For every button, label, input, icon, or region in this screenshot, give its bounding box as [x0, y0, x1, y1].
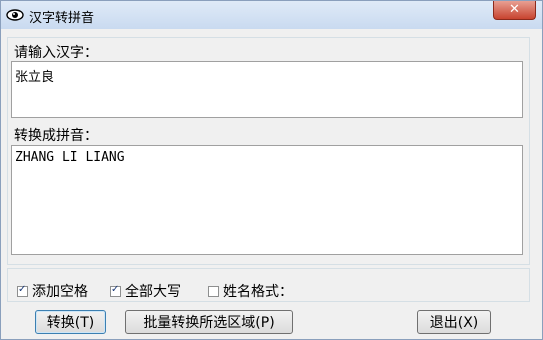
add-space-checkbox[interactable]: 添加空格: [17, 281, 88, 301]
app-window: 汉字转拼音 ✕ 请输入汉字： 张立良 转换成拼音： ZHANG LI LIANG…: [0, 0, 543, 340]
uppercase-checkbox[interactable]: 全部大写: [110, 281, 181, 301]
checkbox-checked-icon: [110, 284, 121, 297]
options-group: 添加空格 全部大写 姓名格式：: [7, 268, 530, 302]
close-icon: ✕: [509, 2, 520, 17]
uppercase-label: 全部大写: [125, 284, 181, 300]
eye-icon: [6, 7, 24, 21]
input-label: 请输入汉字：: [14, 45, 98, 61]
batch-convert-button[interactable]: 批量转换所选区域(P): [125, 310, 293, 334]
title-bar[interactable]: 汉字转拼音 ✕: [1, 1, 542, 29]
convert-button[interactable]: 转换(T): [35, 310, 106, 334]
pinyin-output[interactable]: ZHANG LI LIANG: [11, 145, 523, 255]
name-format-label: 姓名格式：: [223, 284, 293, 300]
chinese-input[interactable]: 张立良: [11, 61, 523, 118]
checkbox-checked-icon: [17, 284, 28, 297]
checkbox-unchecked-icon: [208, 285, 219, 297]
text-group: 请输入汉字： 张立良 转换成拼音： ZHANG LI LIANG: [7, 37, 530, 265]
window-title: 汉字转拼音: [29, 11, 95, 26]
output-label: 转换成拼音：: [14, 128, 98, 144]
name-format-checkbox[interactable]: 姓名格式：: [208, 281, 293, 301]
exit-button[interactable]: 退出(X): [417, 310, 491, 334]
dialog-body: 请输入汉字： 张立良 转换成拼音： ZHANG LI LIANG 添加空格 全部…: [1, 29, 542, 339]
add-space-label: 添加空格: [32, 284, 88, 300]
close-button[interactable]: ✕: [493, 1, 536, 20]
